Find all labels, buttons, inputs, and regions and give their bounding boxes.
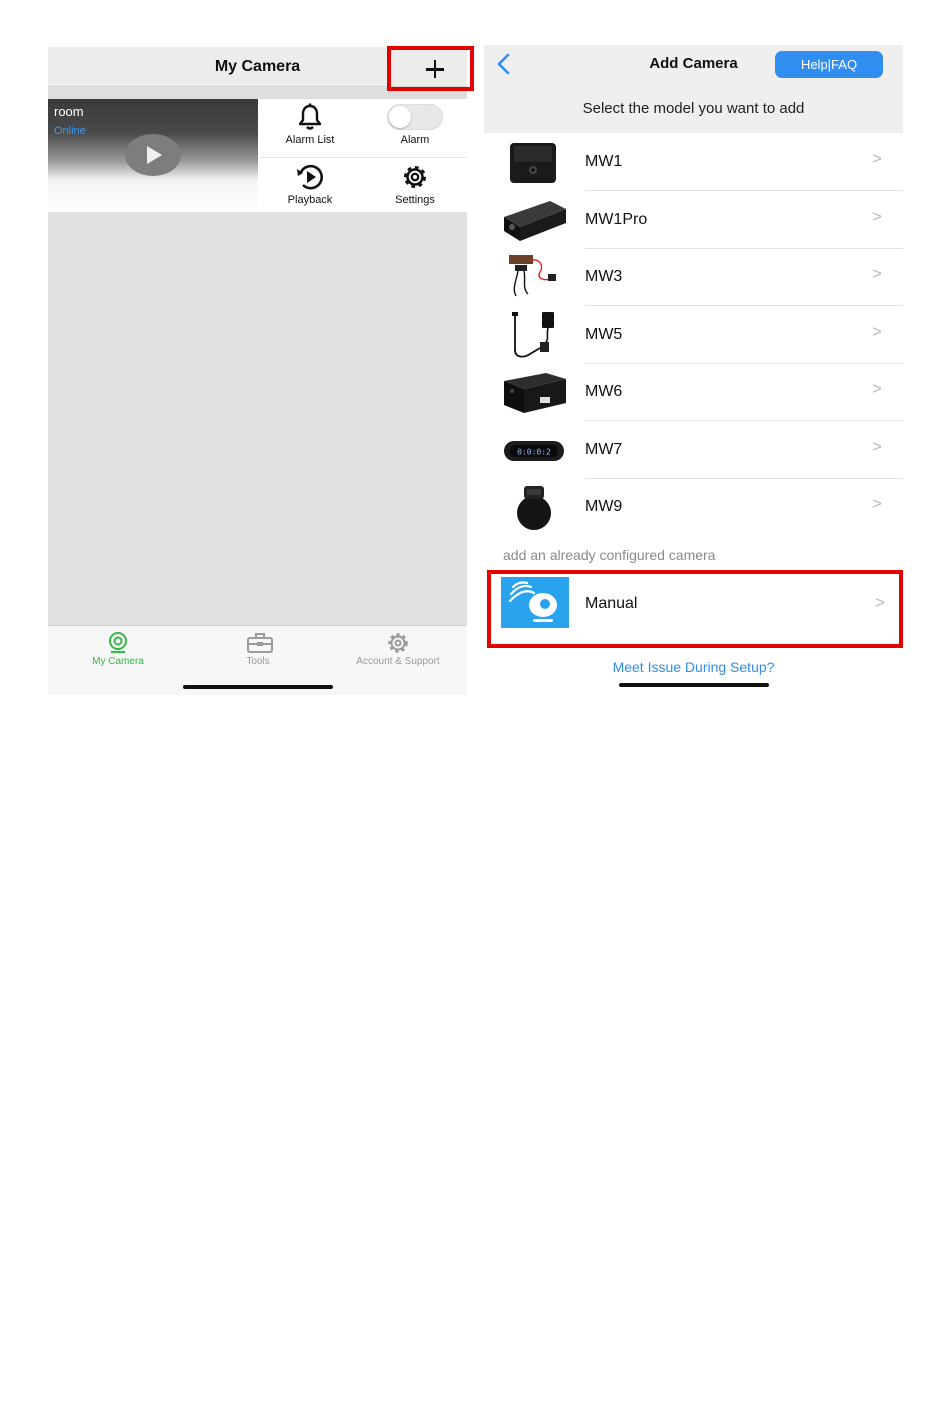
chevron-right-icon: >: [872, 494, 882, 513]
mw3-camera-image: [509, 255, 556, 297]
configured-camera-caption: add an already configured camera: [503, 547, 716, 563]
model-name: MW1Pro: [585, 210, 648, 228]
model-name: MW3: [585, 268, 623, 285]
plus-icon-stroke: [433, 60, 437, 79]
play-button[interactable]: [125, 134, 181, 176]
model-row-mw1pro[interactable]: MW1Pro >: [484, 191, 903, 249]
model-name: MW7: [585, 440, 623, 458]
mw6-camera-image: [504, 373, 566, 413]
model-row-mw3[interactable]: MW3 >: [484, 248, 903, 306]
webcam-icon: [109, 632, 127, 654]
model-name: MW1: [585, 153, 623, 170]
model-row-mw7[interactable]: 0:0:0:2 MW7 >: [484, 421, 903, 479]
mw7-clock-camera-image: 0:0:0:2: [504, 440, 564, 461]
playback-button[interactable]: Playback: [260, 159, 360, 215]
camera-status: Online: [54, 125, 86, 137]
chevron-right-icon: >: [872, 436, 882, 456]
settings-label: Settings: [395, 194, 435, 206]
mw1pro-camera-image: [504, 200, 566, 241]
chevron-right-icon: >: [872, 321, 882, 341]
divider: [260, 157, 467, 158]
alarm-label: Alarm: [400, 134, 430, 146]
mw9-camera-image: [517, 486, 551, 530]
select-model-prompt: Select the model you want to add: [582, 100, 805, 117]
tab-label: Account & Support: [356, 656, 440, 667]
help-faq-button[interactable]: Help|FAQ: [775, 51, 883, 78]
chevron-right-icon: >: [872, 264, 882, 283]
playback-icon: [297, 164, 323, 190]
model-row-mw6[interactable]: MW6 >: [484, 363, 903, 421]
chevron-right-icon: >: [872, 379, 882, 398]
model-name: MW6: [585, 383, 623, 400]
chevron-right-icon: >: [872, 149, 882, 168]
tab-account-support[interactable]: Account & Support: [328, 626, 467, 681]
tab-label: Tools: [246, 656, 270, 667]
camera-card: room Online Alarm List Alarm Playback Se…: [48, 99, 467, 212]
manual-add-row[interactable]: Manual >: [487, 570, 903, 648]
tab-my-camera[interactable]: My Camera: [48, 626, 188, 681]
model-row-mw5[interactable]: MW5 >: [484, 306, 903, 364]
gear-icon: [404, 166, 426, 188]
home-indicator: [619, 683, 769, 687]
nav-header: Add Camera Help|FAQ Select the model you…: [484, 45, 903, 133]
alarm-list-button[interactable]: Alarm List: [260, 99, 360, 155]
model-name: MW5: [585, 325, 623, 343]
mw5-camera-image: [512, 311, 554, 358]
toggle-knob: [389, 106, 411, 128]
alarm-toggle[interactable]: [387, 104, 443, 130]
playback-label: Playback: [287, 194, 333, 206]
tab-bar: My Camera Tools Account & Support: [48, 625, 467, 695]
chevron-right-icon: >: [872, 206, 882, 226]
gear-icon: [388, 633, 408, 653]
tab-tools[interactable]: Tools: [188, 626, 328, 681]
model-name: MW9: [585, 498, 623, 515]
home-indicator: [183, 685, 333, 689]
alarm-control: Alarm: [365, 99, 465, 155]
my-camera-screen: My Camera room Online Alarm List Alarm P…: [48, 47, 467, 695]
wifi-camera-icon: [501, 577, 569, 628]
bell-icon: [298, 103, 322, 130]
add-camera-button[interactable]: [387, 46, 474, 91]
mw1-camera-image: [510, 143, 556, 183]
add-camera-screen: Add Camera Help|FAQ Select the model you…: [484, 40, 903, 695]
play-icon: [147, 146, 162, 164]
model-row-mw1[interactable]: MW1 >: [484, 133, 903, 191]
manual-label: Manual: [585, 595, 638, 612]
tab-label: My Camera: [92, 656, 144, 667]
alarm-list-label: Alarm List: [285, 134, 335, 146]
setup-issue-link[interactable]: Meet Issue During Setup?: [484, 659, 903, 675]
chevron-right-icon: >: [875, 593, 885, 612]
settings-button[interactable]: Settings: [365, 159, 465, 215]
clock-display: 0:0:0:2: [517, 447, 551, 456]
camera-name: room: [54, 104, 84, 119]
toolbox-icon: [247, 633, 273, 653]
model-row-mw9[interactable]: MW9 >: [484, 478, 903, 536]
camera-preview[interactable]: room Online: [48, 99, 258, 212]
